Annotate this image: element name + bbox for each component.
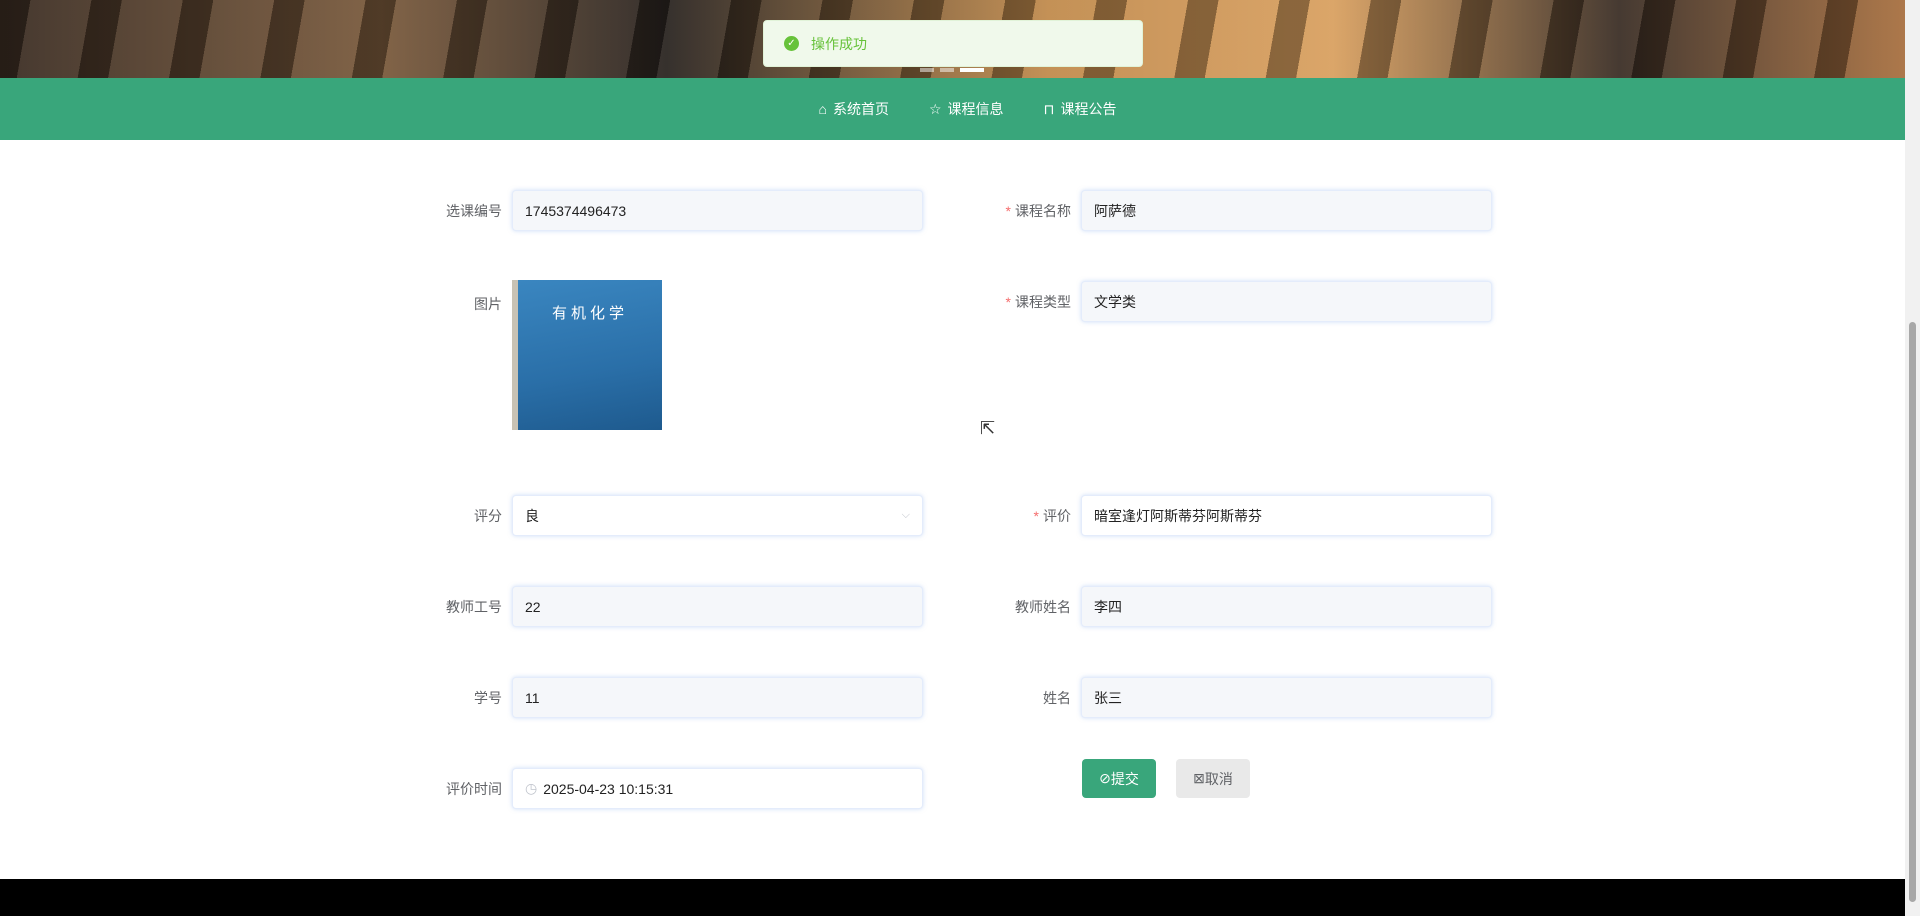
label-text: 课程类型	[1015, 293, 1071, 310]
home-icon: ⌂	[818, 101, 827, 117]
carousel-dot-active[interactable]	[960, 68, 984, 72]
nav-course-notice[interactable]: ⊓ 课程公告	[1044, 99, 1117, 119]
success-toast: ✓ 操作成功	[763, 20, 1143, 67]
course-type-input[interactable]: 文学类	[1081, 281, 1492, 322]
select-value: 良	[525, 507, 539, 524]
field-xuankebianhao: 选课编号 1745374496473	[412, 190, 923, 231]
nav-label: 系统首页	[832, 101, 889, 117]
close-square-icon: ⊠	[1193, 770, 1205, 786]
field-label: 图片	[474, 296, 502, 312]
field-label: * 课程名称	[981, 201, 1081, 221]
bag-icon: ⊓	[1043, 100, 1055, 117]
student-id-input[interactable]: 11	[512, 677, 923, 718]
teacher-id-input[interactable]: 22	[512, 586, 923, 627]
field-jiaoshixingming: 教师姓名 李四	[981, 586, 1492, 627]
chevron-down-icon: ⌵	[901, 509, 910, 521]
course-image: 有机化学	[512, 280, 662, 430]
label-text: 课程名称	[1015, 202, 1071, 219]
field-label: 选课编号	[446, 202, 502, 219]
toast-message: 操作成功	[811, 35, 867, 52]
field-pingjia: * 评价 暗室逢灯阿斯蒂芬阿斯蒂芬	[981, 495, 1492, 536]
button-label: 取消	[1204, 770, 1233, 787]
required-mark: *	[1005, 202, 1011, 219]
form-actions: ⊘ 提交 ⊠ 取消	[1082, 759, 1250, 798]
check-circle-icon: ✓	[784, 36, 799, 51]
course-name-input[interactable]: 阿萨德	[1081, 190, 1492, 231]
submit-button[interactable]: ⊘ 提交	[1082, 759, 1156, 798]
field-pingjiashijian: 评价时间 ◷ 2025-04-23 10:15:31	[412, 768, 923, 809]
field-tupian: 图片 有机化学	[412, 280, 662, 430]
footer	[0, 879, 1905, 916]
datetime-value: 2025-04-23 10:15:31	[543, 780, 674, 797]
required-mark: *	[1033, 507, 1039, 524]
nav-label: 课程信息	[947, 101, 1004, 117]
field-xingming: 姓名 张三	[981, 677, 1492, 718]
field-label: 教师姓名	[1015, 598, 1071, 615]
field-label: * 评价	[981, 506, 1081, 526]
label-text: 评价	[1043, 507, 1071, 524]
field-label: 学号	[474, 689, 502, 706]
field-label: 评分	[474, 507, 502, 524]
carousel-indicators	[920, 68, 984, 72]
main-nav: ⌂ 系统首页 ☆ 课程信息 ⊓ 课程公告	[0, 78, 1905, 140]
cancel-button[interactable]: ⊠ 取消	[1176, 759, 1250, 798]
button-label: 提交	[1110, 770, 1139, 787]
field-xuehao: 学号 11	[412, 677, 923, 718]
carousel-dot[interactable]	[920, 68, 934, 72]
field-jiaoshigonghao: 教师工号 22	[412, 586, 923, 627]
field-label: 姓名	[1043, 689, 1071, 706]
nav-course-info[interactable]: ☆ 课程信息	[929, 99, 1004, 119]
field-label: * 课程类型	[981, 292, 1081, 312]
check-circle-icon: ⊘	[1099, 770, 1111, 786]
student-name-input[interactable]: 张三	[1081, 677, 1492, 718]
review-time-picker[interactable]: ◷ 2025-04-23 10:15:31	[512, 768, 923, 809]
field-label: 教师工号	[446, 598, 502, 615]
image-title: 有机化学	[551, 305, 628, 322]
field-kechengleixing: * 课程类型 文学类	[981, 281, 1492, 322]
field-pingfen: 评分 良 ⌵	[412, 495, 923, 536]
scrollbar-thumb[interactable]	[1909, 322, 1916, 902]
scrollbar[interactable]	[1905, 0, 1920, 916]
selection-id-input[interactable]: 1745374496473	[512, 190, 923, 231]
review-input[interactable]: 暗室逢灯阿斯蒂芬阿斯蒂芬	[1081, 495, 1492, 536]
rating-select[interactable]: 良 ⌵	[512, 495, 923, 536]
field-kechengmingcheng: * 课程名称 阿萨德	[981, 190, 1492, 231]
teacher-name-input[interactable]: 李四	[1081, 586, 1492, 627]
mouse-cursor-icon: ⇱	[980, 418, 996, 438]
field-label: 评价时间	[446, 780, 502, 797]
nav-label: 课程公告	[1060, 101, 1117, 117]
clock-icon: ◷	[525, 780, 538, 796]
star-icon: ☆	[928, 100, 942, 117]
required-mark: *	[1005, 293, 1011, 310]
carousel-dot[interactable]	[940, 68, 954, 72]
nav-home[interactable]: ⌂ 系统首页	[819, 99, 889, 119]
